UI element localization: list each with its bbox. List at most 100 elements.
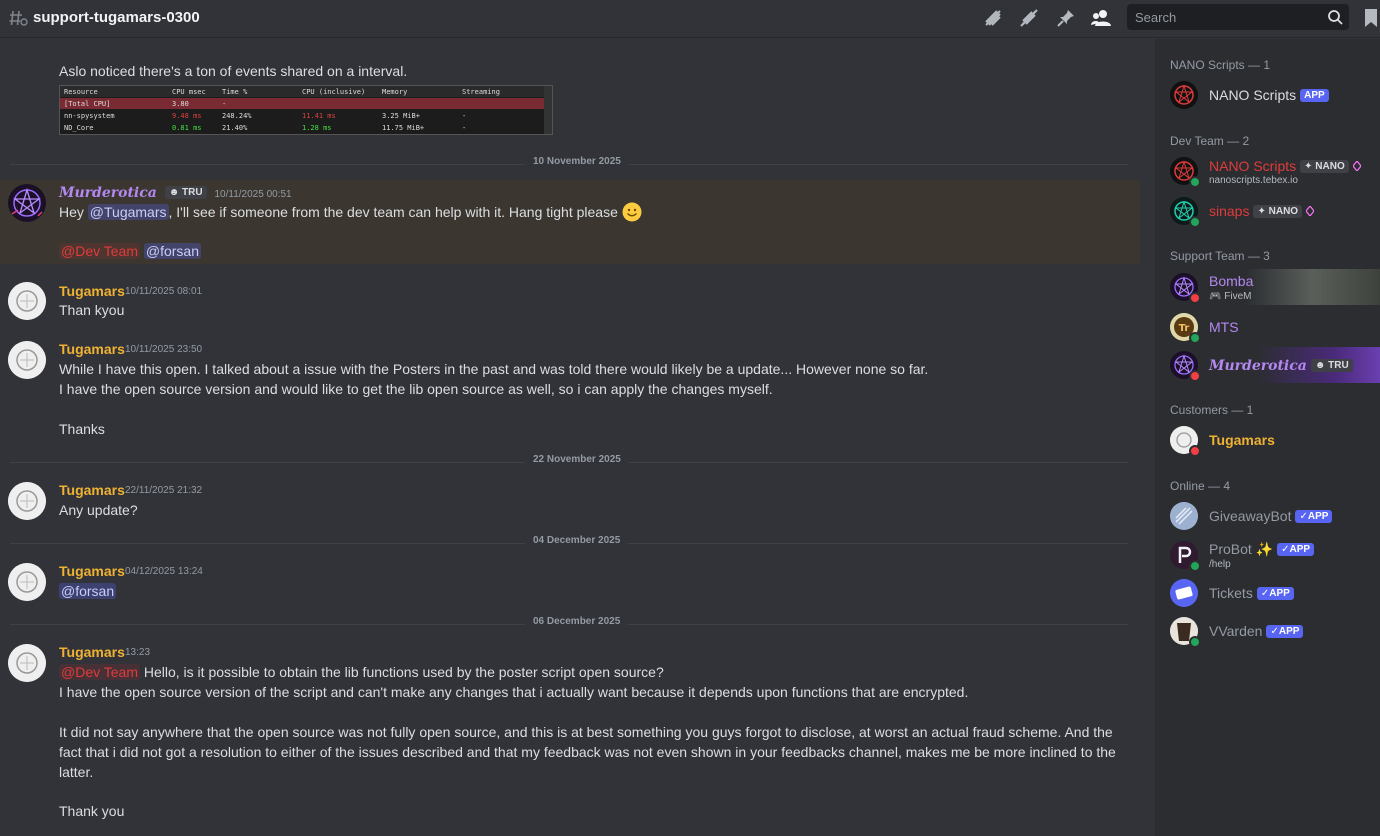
username[interactable]: Tugamars: [59, 341, 125, 357]
search-input[interactable]: Search: [1127, 4, 1349, 30]
search-icon: [1328, 10, 1343, 25]
member-name: Bomba: [1209, 273, 1254, 289]
member-item[interactable]: Bomba 🎮 FiveM: [1155, 269, 1380, 305]
guild-tag[interactable]: ☻ TRU: [164, 186, 207, 199]
avatar: [1170, 617, 1201, 648]
online-status-icon: [1189, 560, 1201, 572]
attached-screenshot[interactable]: Resource CPU msec Time % CPU (inclusive)…: [59, 85, 553, 135]
member-name: GiveawayBot ✓APP: [1209, 508, 1333, 524]
threads-icon[interactable]: [982, 7, 1004, 29]
table-cell: ND_Core: [64, 124, 94, 132]
member-name-text: VVarden: [1209, 623, 1263, 639]
app-badge-label: APP: [1269, 588, 1290, 599]
member-name: Murderotica ☻ TRU: [1209, 357, 1353, 374]
member-item[interactable]: Tr MTS: [1155, 309, 1380, 345]
avatar: [1170, 81, 1198, 109]
dnd-status-icon: [1189, 292, 1201, 304]
role-mention[interactable]: @Dev Team: [59, 243, 140, 259]
avatar[interactable]: [8, 482, 46, 520]
text: Hello, is it possible to obtain the lib …: [139, 664, 664, 680]
member-name: ProBot ✨ ✓APP: [1209, 541, 1315, 558]
member-name: Tugamars: [1209, 432, 1275, 448]
table-cell: 3.80: [172, 100, 189, 108]
member-list: NANO Scripts — 1 NANO Scripts APP Dev Tea…: [1155, 39, 1380, 836]
user-mention[interactable]: @forsan: [143, 243, 201, 259]
message-content: @forsan: [59, 581, 117, 601]
member-name: sinaps ✦ NANO: [1209, 203, 1315, 219]
avatar[interactable]: [8, 644, 46, 682]
member-item[interactable]: ProBot ✨ ✓APP /help: [1155, 537, 1380, 573]
online-status-icon: [1189, 216, 1201, 228]
avatar: [1170, 273, 1201, 304]
message-content: Than kyou: [59, 302, 125, 318]
avatar: [1170, 157, 1201, 188]
role-mention[interactable]: @Dev Team: [59, 664, 140, 680]
avatar[interactable]: [8, 341, 46, 379]
avatar: [1170, 426, 1201, 457]
tickets-logo-icon: [1170, 579, 1198, 607]
user-mention[interactable]: @Tugamars: [87, 204, 169, 220]
column-header: CPU msec: [172, 88, 206, 96]
date-divider: 22 November 2025: [10, 454, 1128, 465]
message-content: latter.: [59, 764, 94, 780]
guild-tag-label: TRU: [1328, 360, 1349, 371]
notification-mute-icon[interactable]: [1018, 7, 1040, 29]
avatar: [1170, 541, 1201, 572]
user-mention[interactable]: @forsan: [59, 583, 117, 599]
member-item[interactable]: Murderotica ☻ TRU: [1155, 347, 1380, 383]
sparkle-icon: ✨: [1255, 541, 1274, 557]
verified-app-badge: ✓APP: [1277, 543, 1315, 556]
giveaway-bot-icon: [1170, 502, 1198, 530]
pentagram-avatar-icon: [9, 185, 45, 221]
table-row: ND_Core 0.81 ms 21.40% 1.28 ms 11.75 MiB…: [60, 122, 552, 133]
column-header: Memory: [382, 88, 408, 96]
column-header: Streaming: [462, 88, 500, 96]
pin-icon[interactable]: [1055, 7, 1077, 29]
timestamp: 04/12/2025 13:24: [125, 566, 203, 577]
avatar[interactable]: [8, 563, 46, 601]
member-item[interactable]: Tickets ✓APP: [1155, 575, 1380, 611]
username[interactable]: Tugamars: [59, 283, 125, 299]
member-group-header: Dev Team — 2: [1170, 134, 1250, 148]
table-row: [Total CPU] 3.80 -: [60, 98, 552, 109]
app-badge-label: APP: [1278, 626, 1300, 637]
member-item[interactable]: sinaps ✦ NANO: [1155, 193, 1380, 229]
dnd-status-icon: [1189, 445, 1201, 457]
message-content: Aslo noticed there's a ton of events sha…: [59, 63, 408, 79]
bookmark-icon[interactable]: [1362, 8, 1380, 28]
table-cell: -: [222, 100, 227, 108]
verified-app-badge: ✓APP: [1266, 625, 1304, 638]
avatar[interactable]: [8, 282, 46, 320]
message-content: Thanks: [59, 421, 105, 437]
username[interactable]: Tugamars: [59, 563, 125, 579]
member-item[interactable]: GiveawayBot ✓APP: [1155, 498, 1380, 534]
member-item[interactable]: Tugamars: [1155, 422, 1380, 458]
default-avatar-icon: [8, 563, 46, 601]
date-label: 06 December 2025: [525, 616, 629, 627]
member-item[interactable]: NANO Scripts APP: [1155, 77, 1380, 113]
message-content: @Dev Team Hello, is it possible to obtai…: [59, 662, 664, 682]
date-divider: 04 December 2025: [10, 535, 1128, 546]
default-avatar-icon: [8, 482, 46, 520]
svg-text:Tr: Tr: [1179, 323, 1190, 334]
member-activity: 🎮 FiveM: [1209, 291, 1251, 302]
guild-tag: ✦ NANO: [1253, 205, 1303, 218]
member-item[interactable]: NANO Scripts ✦ NANO nanoscripts.tebex.io: [1155, 153, 1380, 189]
username[interactable]: Tugamars: [59, 482, 125, 498]
online-status-icon: [1189, 176, 1201, 188]
member-list-icon[interactable]: [1090, 7, 1112, 29]
column-header: Resource: [64, 88, 98, 96]
username[interactable]: Murderotica: [59, 185, 157, 201]
member-group-header: Support Team — 3: [1170, 249, 1270, 263]
timestamp: 13:23: [125, 647, 151, 658]
guild-tag: ☻ TRU: [1310, 359, 1353, 372]
member-item[interactable]: VVarden ✓APP: [1155, 613, 1380, 649]
username[interactable]: Tugamars: [59, 644, 125, 660]
table-header-row: Resource CPU msec Time % CPU (inclusive)…: [60, 86, 552, 97]
boost-gem-icon: [1352, 161, 1361, 171]
message-content: Thank you: [59, 803, 125, 819]
avatar[interactable]: [8, 184, 46, 222]
table-cell: 21.40%: [222, 124, 248, 132]
member-name: MTS: [1209, 319, 1239, 335]
member-activity: /help: [1209, 559, 1231, 570]
